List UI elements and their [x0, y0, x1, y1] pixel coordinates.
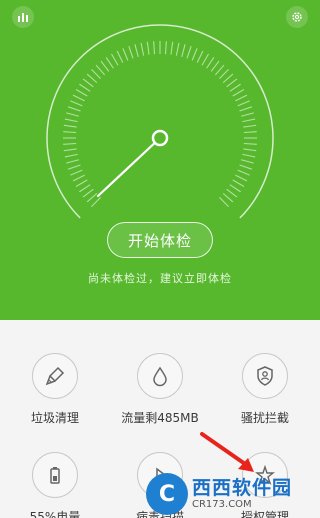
- shield-icon-circle: [242, 353, 288, 399]
- checkup-panel: 开始体检 尚未体检过，建议立即体检: [0, 0, 320, 320]
- gauge-tick: [67, 164, 81, 170]
- gauge-tick: [201, 53, 209, 66]
- watermark-text: 西西软件园 CR173.COM: [192, 478, 292, 510]
- gauge-tick: [196, 50, 204, 63]
- gauge-tick: [63, 148, 77, 152]
- battery-icon-circle: [32, 452, 78, 498]
- gauge-tick: [243, 148, 257, 152]
- gauge-tick: [240, 159, 254, 164]
- gauge-tick: [116, 50, 124, 63]
- tool-label: 55%电量: [29, 510, 81, 518]
- gauge-tick: [95, 64, 106, 76]
- gauge-tick: [140, 42, 145, 56]
- gauge-tick: [181, 44, 186, 58]
- start-checkup-button[interactable]: 开始体检: [107, 222, 213, 258]
- shield-user-icon: [257, 366, 273, 386]
- gauge-tick: [67, 106, 81, 112]
- gauge-tick: [122, 48, 129, 61]
- gauge-tick: [164, 41, 167, 55]
- gauge-tick: [232, 179, 245, 187]
- gauge-tick: [186, 45, 192, 59]
- broom-icon: [45, 366, 65, 386]
- gauge-tick: [226, 188, 238, 198]
- gauge-tick: [239, 164, 253, 170]
- gauge-tick: [72, 94, 85, 102]
- gauge-tick: [105, 57, 114, 69]
- gauge-tick: [229, 184, 241, 193]
- gauge-tick: [239, 106, 253, 112]
- gauge-tick: [79, 83, 91, 92]
- gauge-tick: [235, 174, 248, 182]
- gauge-tick: [242, 118, 256, 123]
- gauge-tick: [243, 142, 257, 145]
- gauge-tick: [226, 78, 238, 88]
- gauge-tick: [63, 131, 77, 134]
- gauge-tick: [82, 78, 94, 88]
- watermark-sub: CR173.COM: [192, 498, 252, 510]
- gauge-tick: [100, 60, 110, 72]
- battery-icon: [50, 467, 60, 484]
- gauge-tick: [237, 100, 250, 107]
- watermark: C 西西软件园 CR173.COM: [146, 470, 320, 518]
- tool-label: 骚扰拦截: [240, 411, 289, 425]
- gauge-tick: [175, 42, 180, 56]
- tool-label: 垃圾清理: [30, 411, 79, 425]
- gauge-tick: [66, 112, 80, 117]
- gauge-tick: [222, 192, 234, 203]
- gauge-tick: [191, 48, 198, 61]
- gauge-tick: [210, 60, 220, 72]
- gauge-tick: [146, 41, 150, 55]
- gauge-tick: [214, 64, 225, 76]
- gauge-tick: [82, 188, 94, 198]
- gauge-tick: [86, 192, 98, 203]
- gauge-tick: [86, 73, 98, 84]
- gauge-tick: [243, 131, 257, 134]
- gauge-tick: [240, 112, 254, 117]
- gauge-tick: [111, 53, 119, 66]
- gauge-tick: [153, 41, 156, 55]
- tool-label: 流量剩485MB: [121, 411, 199, 425]
- gauge-needle: [96, 136, 162, 198]
- gauge-tick: [170, 41, 174, 55]
- gauge-tick: [206, 57, 215, 69]
- tool-junk-clean[interactable]: 垃圾清理: [2, 353, 108, 426]
- gauge-tick: [64, 118, 78, 123]
- gauge-tick: [75, 179, 88, 187]
- gauge-tick: [219, 69, 229, 79]
- gauge-tick: [70, 100, 83, 107]
- gauge-tick: [222, 73, 234, 84]
- checkup-hint: 尚未体检过，建议立即体检: [88, 272, 232, 285]
- gauge-tick: [66, 159, 80, 164]
- gauge-tick: [63, 142, 77, 145]
- gauge-tick: [219, 197, 229, 207]
- gauge-tick: [72, 174, 85, 182]
- tool-data-usage[interactable]: 流量剩485MB: [107, 353, 213, 426]
- gauge-tick: [70, 169, 83, 176]
- watermark-logo-icon: C: [146, 473, 188, 515]
- watermark-main: 西西软件园: [192, 477, 293, 500]
- gauge-tick: [91, 69, 101, 79]
- gauge-tick: [79, 184, 91, 193]
- gauge-tick: [75, 89, 88, 97]
- gauge-tick: [229, 83, 241, 92]
- gauge-tick: [235, 94, 248, 102]
- gauge-tick: [64, 153, 78, 158]
- gauge-tick: [134, 44, 139, 58]
- gauge-hub: [151, 129, 169, 147]
- tool-battery[interactable]: 55%电量: [2, 452, 108, 518]
- gauge-tick: [232, 89, 245, 97]
- drop-icon-circle: [137, 353, 183, 399]
- gauge-tick: [243, 124, 257, 128]
- gauge-tick: [242, 153, 256, 158]
- gauge-tick: [128, 45, 134, 59]
- gauge-tick: [91, 197, 101, 207]
- drop-icon: [153, 366, 167, 387]
- broom-icon-circle: [32, 353, 78, 399]
- gauge-tick: [63, 124, 77, 128]
- gauge-tick: [237, 169, 250, 176]
- tool-harassment-block[interactable]: 骚扰拦截: [212, 353, 318, 426]
